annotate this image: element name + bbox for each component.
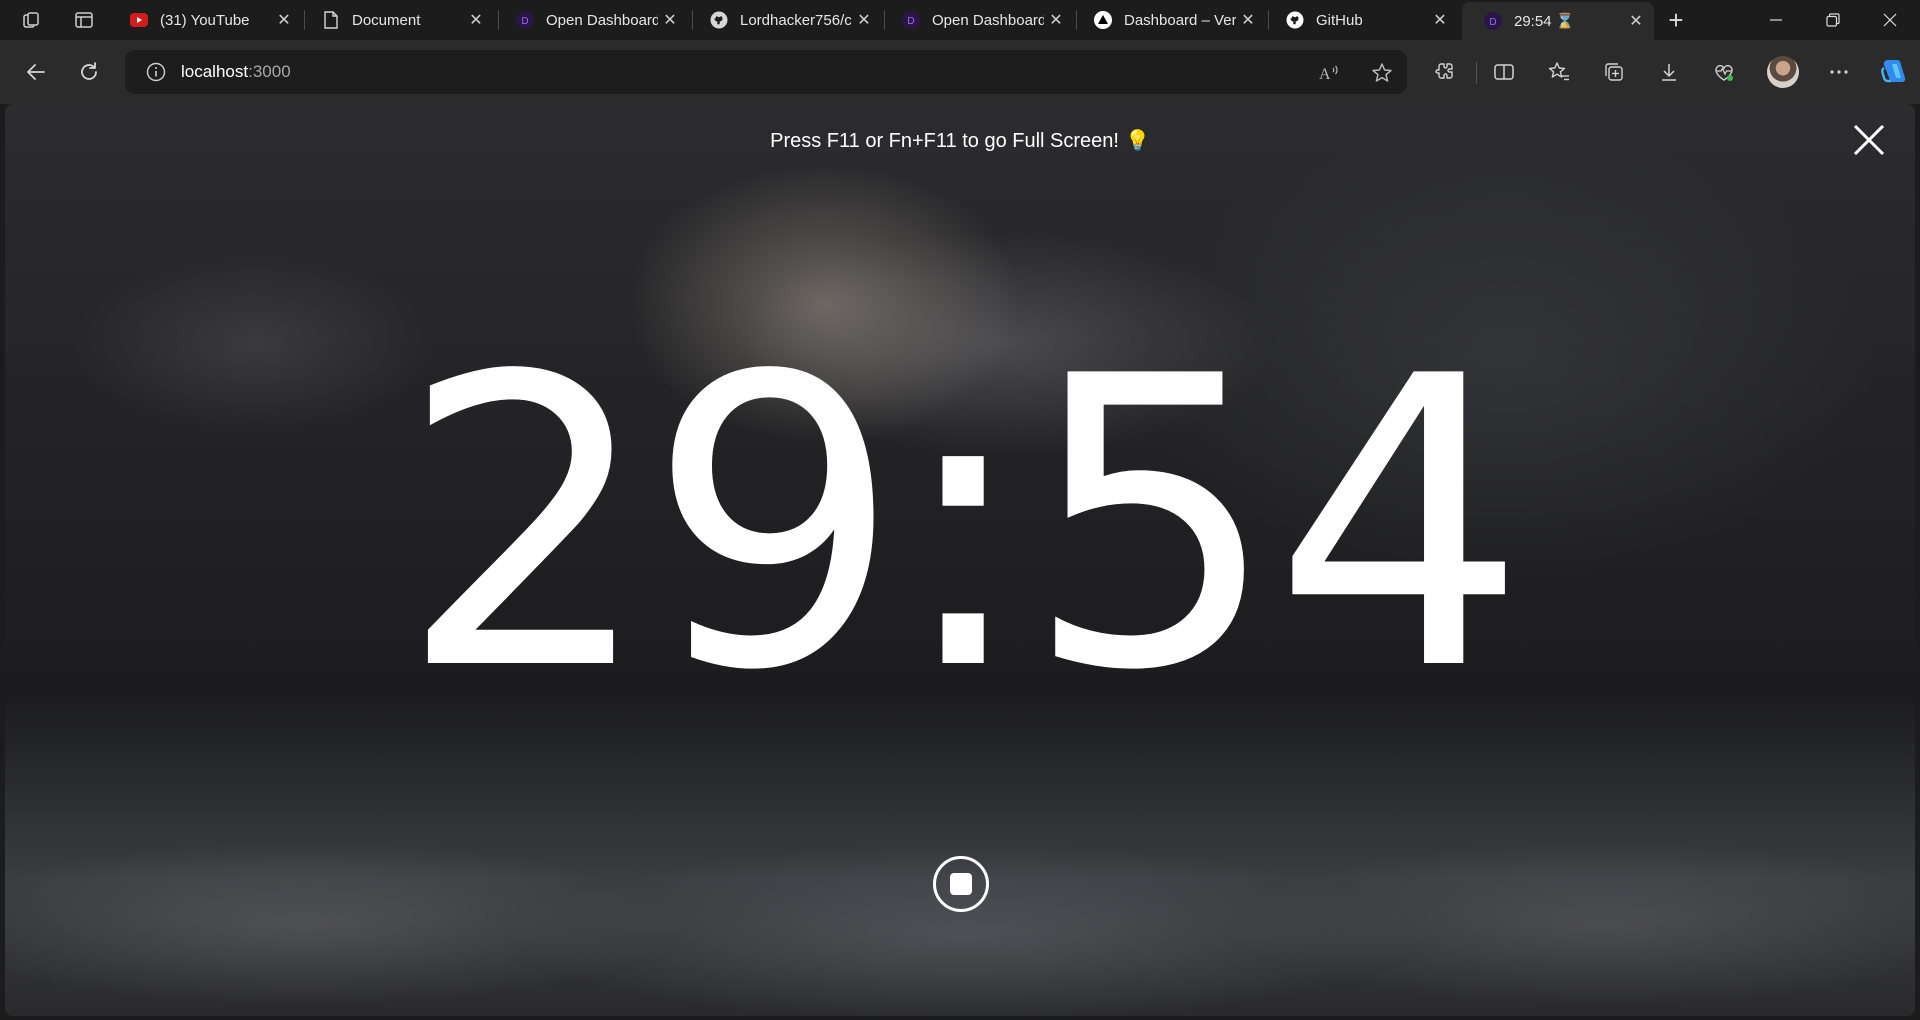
url-port: :3000 (248, 62, 291, 81)
fullscreen-hint-text: Press F11 or Fn+F11 to go Full Screen! (770, 130, 1119, 152)
copilot-icon[interactable] (1878, 56, 1910, 88)
tab-github[interactable]: GitHub ✕ (1264, 2, 1458, 38)
tab-title: 29:54 ⌛ (1514, 13, 1575, 30)
browser-toolbar: localhost:3000 A (0, 40, 1920, 104)
tab-title: GitHub (1316, 11, 1363, 29)
fullscreen-hint: Press F11 or Fn+F11 to go Full Screen! 💡 (5, 128, 1915, 153)
tab-document[interactable]: Document ✕ (300, 2, 494, 38)
close-tab-icon[interactable]: ✕ (272, 8, 296, 32)
tab-title: Document (352, 11, 421, 29)
dashboard-app-icon: D (902, 11, 920, 29)
svg-text:D: D (521, 16, 528, 27)
tab-timer-active[interactable]: D 29:54 ⌛ ✕ (1462, 2, 1654, 40)
svg-text:A: A (1319, 66, 1331, 83)
close-tab-icon[interactable]: ✕ (658, 8, 682, 32)
tab-open-dashboard-2[interactable]: D Open Dashboard ✕ (880, 2, 1074, 38)
tab-vercel-dashboard[interactable]: Dashboard – Ver ✕ (1072, 2, 1266, 38)
tab-strip: (31) YouTube ✕ Document ✕ D Open Dashboa… (0, 0, 1920, 40)
address-bar[interactable]: localhost:3000 A (125, 50, 1407, 94)
favorites-icon[interactable] (1543, 56, 1575, 88)
url-text: localhost:3000 (181, 62, 291, 82)
close-tab-icon[interactable]: ✕ (1428, 8, 1452, 32)
reload-icon[interactable] (71, 54, 107, 90)
workspaces-icon[interactable] (14, 4, 50, 36)
close-tab-icon[interactable]: ✕ (1624, 9, 1648, 33)
close-tab-icon[interactable]: ✕ (1236, 8, 1260, 32)
github-icon (1286, 11, 1304, 29)
minimize-icon[interactable] (1748, 0, 1804, 40)
close-icon[interactable] (1849, 120, 1889, 160)
close-tab-icon[interactable]: ✕ (1044, 8, 1068, 32)
dashboard-app-icon: D (1484, 12, 1502, 30)
youtube-icon (130, 11, 148, 29)
read-aloud-icon[interactable]: A (1317, 61, 1341, 85)
close-tab-icon[interactable]: ✕ (852, 8, 876, 32)
site-info-icon[interactable] (145, 61, 167, 83)
tab-youtube[interactable]: (31) YouTube ✕ (108, 2, 302, 38)
dashboard-app-icon: D (516, 11, 534, 29)
downloads-icon[interactable] (1653, 56, 1685, 88)
tab-actions-icon[interactable] (66, 4, 102, 36)
close-tab-icon[interactable]: ✕ (464, 8, 488, 32)
lightbulb-icon: 💡 (1124, 130, 1150, 152)
url-host: localhost (181, 62, 249, 81)
stop-icon (950, 873, 972, 895)
split-screen-icon[interactable] (1488, 56, 1520, 88)
svg-text:D: D (907, 16, 914, 27)
vercel-icon (1094, 11, 1112, 29)
tab-github-repo[interactable]: Lordhacker756/c ✕ (688, 2, 882, 38)
svg-text:D: D (1489, 17, 1496, 28)
timer-page: Press F11 or Fn+F11 to go Full Screen! 💡 … (5, 104, 1915, 1016)
tab-title: Open Dashboard (932, 11, 1044, 29)
tab-title: Dashboard – Ver (1124, 11, 1236, 29)
tab-open-dashboard[interactable]: D Open Dashboard ✕ (494, 2, 688, 38)
new-tab-button[interactable]: + (1660, 4, 1692, 36)
tab-title: Lordhacker756/c (740, 11, 852, 29)
stop-button[interactable] (933, 856, 989, 912)
extensions-icon[interactable] (1428, 56, 1460, 88)
profile-avatar[interactable] (1767, 56, 1799, 88)
restore-icon[interactable] (1805, 0, 1861, 40)
countdown-timer: 29:54 (398, 293, 1528, 758)
document-icon (322, 11, 340, 29)
tab-title: (31) YouTube (160, 11, 250, 29)
close-window-icon[interactable] (1862, 0, 1918, 40)
back-icon[interactable] (18, 54, 54, 90)
collections-icon[interactable] (1598, 56, 1630, 88)
more-options-icon[interactable] (1823, 56, 1855, 88)
github-icon (710, 11, 728, 29)
browser-essentials-icon[interactable] (1708, 56, 1740, 88)
favorite-star-icon[interactable] (1370, 61, 1394, 85)
tab-title: Open Dashboard (546, 11, 658, 29)
toolbar-divider (1476, 62, 1477, 84)
